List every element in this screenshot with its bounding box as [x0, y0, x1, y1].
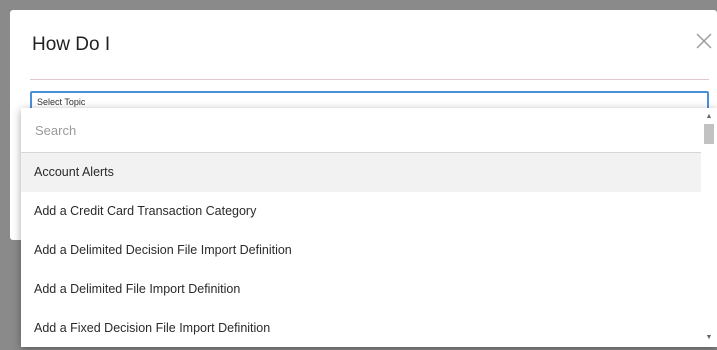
search-input[interactable] — [21, 108, 701, 152]
topic-dropdown-panel: Account AlertsAdd a Credit Card Transact… — [21, 108, 717, 347]
title-divider — [30, 79, 709, 80]
topic-option[interactable]: Add a Delimited Decision File Import Def… — [21, 231, 701, 270]
close-button[interactable] — [693, 30, 715, 52]
dropdown-scrollbar[interactable]: ▲ ▼ — [701, 108, 717, 347]
topic-options-list: Account Alerts Add a Credit Card Transact… — [21, 153, 701, 347]
topic-option[interactable]: Add a Delimited File Import Definition — [21, 270, 701, 309]
triangle-up-icon: ▲ — [705, 113, 713, 120]
modal-title: How Do I — [32, 34, 111, 55]
scroll-down-button[interactable]: ▼ — [701, 331, 717, 345]
topic-option[interactable]: Add a Credit Card Transaction Category — [21, 192, 701, 231]
scroll-thumb[interactable] — [704, 124, 714, 144]
search-wrapper — [21, 108, 701, 153]
close-icon — [696, 33, 712, 49]
topic-option[interactable]: Add a Fixed Decision File Import Definit… — [21, 309, 701, 347]
triangle-down-icon: ▼ — [705, 334, 713, 341]
scroll-up-button[interactable]: ▲ — [701, 110, 717, 124]
select-topic-label: Select Topic — [37, 97, 86, 107]
topic-option[interactable]: Account Alerts — [21, 153, 701, 192]
